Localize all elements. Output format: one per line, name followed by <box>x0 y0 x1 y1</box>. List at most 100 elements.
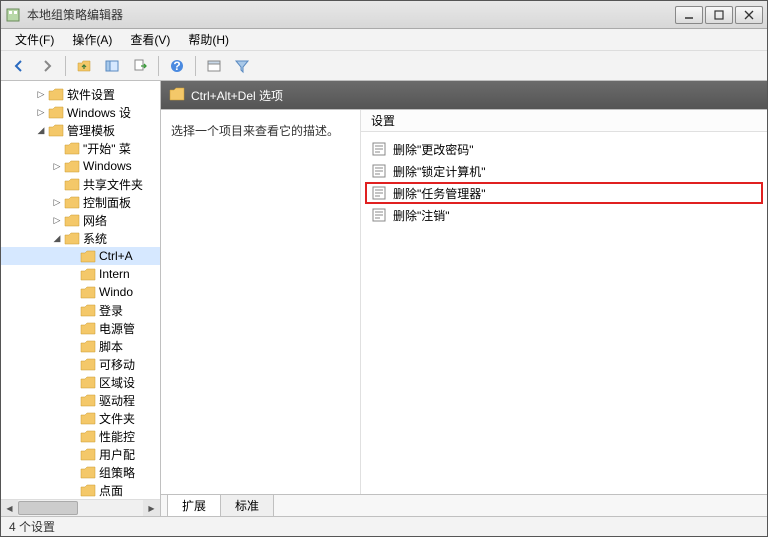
tree-item-label: 登录 <box>99 302 123 319</box>
up-button[interactable] <box>72 54 96 78</box>
folder-icon <box>64 159 80 173</box>
tree-item[interactable]: 组策略 <box>1 463 160 481</box>
tree-item[interactable]: Windo <box>1 283 160 301</box>
back-button[interactable] <box>7 54 31 78</box>
expander-icon[interactable]: ▷ <box>35 88 47 100</box>
setting-icon <box>371 207 387 223</box>
tree-item-label: Windows 设 <box>67 104 131 121</box>
settings-column-header[interactable]: 设置 <box>361 110 767 132</box>
tree-item[interactable]: ◢管理模板 <box>1 121 160 139</box>
expander-icon[interactable] <box>67 286 79 298</box>
export-button[interactable] <box>128 54 152 78</box>
expander-icon[interactable] <box>67 430 79 442</box>
expander-icon[interactable]: ▷ <box>51 196 63 208</box>
menu-view[interactable]: 查看(V) <box>122 29 178 50</box>
tree-item[interactable]: 脚本 <box>1 337 160 355</box>
show-hide-tree-button[interactable] <box>100 54 124 78</box>
expander-icon[interactable] <box>51 142 63 154</box>
tree-item[interactable]: ◢系统 <box>1 229 160 247</box>
tree-item[interactable]: ▷ 网络 <box>1 211 160 229</box>
scroll-right-arrow[interactable]: ▶ <box>143 500 160 516</box>
folder-icon <box>80 303 96 317</box>
separator <box>65 56 66 76</box>
tree-hscrollbar[interactable]: ◀ ▶ <box>1 499 160 516</box>
expander-icon[interactable] <box>67 484 79 496</box>
tree-item[interactable]: 可移动 <box>1 355 160 373</box>
menu-help[interactable]: 帮助(H) <box>180 29 237 50</box>
tree-item[interactable]: Intern <box>1 265 160 283</box>
titlebar: 本地组策略编辑器 <box>1 1 767 29</box>
tree-item[interactable]: "开始" 菜 <box>1 139 160 157</box>
tree-item[interactable]: 驱动程 <box>1 391 160 409</box>
minimize-button[interactable] <box>675 6 703 24</box>
tree-item[interactable]: ▷软件设置 <box>1 85 160 103</box>
tab-extended[interactable]: 扩展 <box>167 494 221 516</box>
tree-item-label: 控制面板 <box>83 194 131 211</box>
tree-item-label: 脚本 <box>99 338 123 355</box>
settings-list: 删除"更改密码"删除"锁定计算机"删除"任务管理器"删除"注销" <box>361 132 767 232</box>
menu-file[interactable]: 文件(F) <box>7 29 62 50</box>
tree-scroll[interactable]: ▷软件设置▷Windows 设◢管理模板"开始" 菜▷Windows共享文件夹▷… <box>1 81 160 499</box>
expander-icon[interactable] <box>67 376 79 388</box>
expander-icon[interactable]: ▷ <box>35 106 47 118</box>
expander-icon[interactable]: ◢ <box>35 124 47 136</box>
expander-icon[interactable] <box>67 394 79 406</box>
forward-button[interactable] <box>35 54 59 78</box>
folder-icon <box>80 483 96 497</box>
tree-item[interactable]: 区域设 <box>1 373 160 391</box>
expander-icon[interactable] <box>67 340 79 352</box>
tree-item-label: Windo <box>99 285 133 299</box>
scroll-left-arrow[interactable]: ◀ <box>1 500 18 516</box>
expander-icon[interactable] <box>67 358 79 370</box>
tab-strip: 扩展 标准 <box>161 494 767 516</box>
description-pane: 选择一个项目来查看它的描述。 <box>161 110 361 494</box>
folder-icon <box>80 447 96 461</box>
tree-item[interactable]: 共享文件夹 <box>1 175 160 193</box>
tree-item-label: Ctrl+A <box>99 249 133 263</box>
tree-item[interactable]: ▷ Windows 设 <box>1 103 160 121</box>
expander-icon[interactable] <box>67 448 79 460</box>
tab-standard[interactable]: 标准 <box>220 494 274 516</box>
expander-icon[interactable] <box>67 466 79 478</box>
setting-item[interactable]: 删除"注销" <box>365 204 763 226</box>
tree-item[interactable]: ▷Windows <box>1 157 160 175</box>
setting-icon <box>371 141 387 157</box>
folder-icon <box>80 357 96 371</box>
tree-item[interactable]: Ctrl+A <box>1 247 160 265</box>
properties-button[interactable] <box>202 54 226 78</box>
setting-item[interactable]: 删除"锁定计算机" <box>365 160 763 182</box>
folder-icon <box>48 87 64 101</box>
expander-icon[interactable] <box>67 268 79 280</box>
help-button[interactable]: ? <box>165 54 189 78</box>
scroll-thumb[interactable] <box>18 501 78 515</box>
expander-icon[interactable]: ▷ <box>51 214 63 226</box>
expander-icon[interactable]: ▷ <box>51 160 63 172</box>
folder-icon <box>48 105 64 119</box>
close-button[interactable] <box>735 6 763 24</box>
setting-item[interactable]: 删除"任务管理器" <box>365 182 763 204</box>
expander-icon[interactable] <box>67 412 79 424</box>
tree-item[interactable]: 点面 <box>1 481 160 499</box>
setting-icon <box>371 163 387 179</box>
folder-icon <box>64 141 80 155</box>
tree-item[interactable]: 电源管 <box>1 319 160 337</box>
tree-item[interactable]: 登录 <box>1 301 160 319</box>
tree-item-label: 文件夹 <box>99 410 135 427</box>
folder-icon <box>80 321 96 335</box>
tree-item[interactable]: ▷ 控制面板 <box>1 193 160 211</box>
expander-icon[interactable] <box>67 250 79 262</box>
tree-item[interactable]: 性能控 <box>1 427 160 445</box>
detail-body: 选择一个项目来查看它的描述。 设置 删除"更改密码"删除"锁定计算机"删除"任务… <box>161 109 767 494</box>
tree-item[interactable]: 用户配 <box>1 445 160 463</box>
menubar: 文件(F) 操作(A) 查看(V) 帮助(H) <box>1 29 767 51</box>
expander-icon[interactable]: ◢ <box>51 232 63 244</box>
maximize-button[interactable] <box>705 6 733 24</box>
expander-icon[interactable] <box>67 304 79 316</box>
tree-item-label: 网络 <box>83 212 107 229</box>
tree-item[interactable]: 文件夹 <box>1 409 160 427</box>
menu-action[interactable]: 操作(A) <box>64 29 120 50</box>
filter-button[interactable] <box>230 54 254 78</box>
expander-icon[interactable] <box>67 322 79 334</box>
setting-item[interactable]: 删除"更改密码" <box>365 138 763 160</box>
expander-icon[interactable] <box>51 178 63 190</box>
